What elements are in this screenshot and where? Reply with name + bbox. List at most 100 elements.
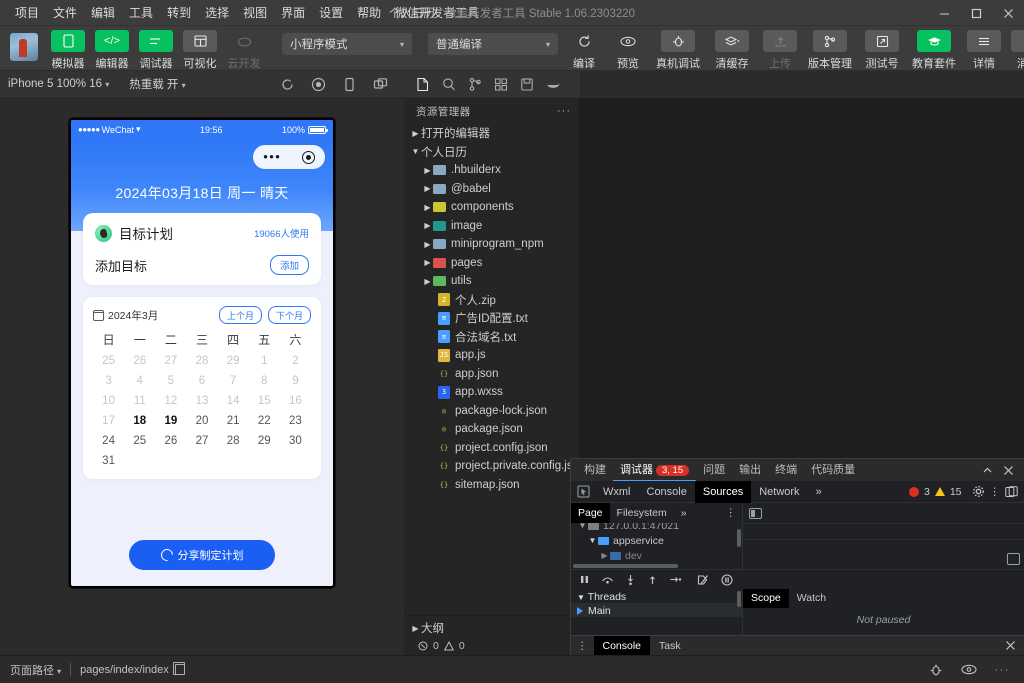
explorer-file-row[interactable]: {}app.json <box>404 365 579 384</box>
resume-icon[interactable] <box>579 574 590 585</box>
docker-icon[interactable] <box>540 72 566 96</box>
save-icon[interactable] <box>514 72 540 96</box>
extensions-icon[interactable] <box>488 72 514 96</box>
toolbar-button-clearcache[interactable]: 清缓存 <box>706 30 758 71</box>
gear-icon[interactable] <box>972 485 985 498</box>
calendar-day[interactable]: 13 <box>186 395 217 407</box>
toolbar-button-debugger[interactable]: 调试器 <box>134 30 178 71</box>
editor-area[interactable] <box>580 98 1024 458</box>
menu-item-9[interactable]: 帮助 <box>350 1 388 24</box>
calendar-day[interactable]: 8 <box>249 375 280 387</box>
devtools-tab-terminal[interactable]: 终端 <box>768 459 804 481</box>
devtools-panel-tab-wxml[interactable]: Wxml <box>595 481 639 503</box>
pause-on-exceptions-icon[interactable] <box>721 574 733 586</box>
calendar-day[interactable]: 1 <box>249 355 280 367</box>
sources-tab-filesystem[interactable]: Filesystem <box>610 503 674 523</box>
menu-item-7[interactable]: 界面 <box>274 1 312 24</box>
eye-icon[interactable] <box>961 664 977 675</box>
calendar-day[interactable]: 31 <box>93 455 124 467</box>
menu-item-5[interactable]: 选择 <box>198 1 236 24</box>
console-drawer-tab-task[interactable]: Task <box>650 636 690 656</box>
show-navigator-icon[interactable] <box>749 508 762 519</box>
step-over-icon[interactable] <box>601 574 614 585</box>
sources-tree-host[interactable]: ▼ 127.0.0.1:47021 <box>571 523 742 533</box>
console-kebab-icon[interactable]: ⋮ <box>571 642 594 650</box>
calendar-day[interactable]: 28 <box>218 435 249 447</box>
device-select[interactable]: iPhone 5 100% 16 ▾ <box>8 78 109 90</box>
calendar-day[interactable]: 30 <box>280 435 311 447</box>
explorer-file-row[interactable]: ≡广告ID配置.txt <box>404 309 579 328</box>
toolbar-button-realdevice[interactable]: 真机调试 <box>650 30 706 71</box>
devtools-tab-codequality[interactable]: 代码质量 <box>804 459 862 481</box>
calendar-day[interactable]: 2 <box>280 355 311 367</box>
explorer-folder-row[interactable]: ▶pages <box>404 254 579 273</box>
devtools-issue-counts[interactable]: 3 15 ⋮ <box>909 485 1024 498</box>
close-icon[interactable] <box>1003 465 1014 476</box>
menu-item-4[interactable]: 转到 <box>160 1 198 24</box>
bug-icon[interactable] <box>929 663 943 677</box>
devtools-panel-tab-more[interactable]: » <box>808 481 830 503</box>
calendar-day[interactable]: 25 <box>93 355 124 367</box>
toolbar-button-cloud[interactable]: 云开发 <box>222 30 266 71</box>
explorer-folder-row[interactable]: ▶image <box>404 217 579 236</box>
chevron-up-icon[interactable] <box>982 465 993 476</box>
explorer-file-row[interactable]: {}sitemap.json <box>404 476 579 495</box>
prev-month-button[interactable]: 上个月 <box>219 306 262 324</box>
calendar-day[interactable]: 26 <box>124 355 155 367</box>
menu-item-8[interactable]: 设置 <box>312 1 350 24</box>
devtools-panel-tab-console[interactable]: Console <box>639 481 695 503</box>
explorer-section-open-editors[interactable]: ▶ 打开的编辑器 <box>404 124 579 143</box>
toolbar-button-education[interactable]: 教育套件 <box>906 30 962 71</box>
menu-item-6[interactable]: 视图 <box>236 1 274 24</box>
calendar-day[interactable]: 12 <box>155 395 186 407</box>
page-path-select[interactable]: 页面路径 ▾ <box>10 662 61 678</box>
threads-scrollbar[interactable] <box>737 591 741 607</box>
thread-main-row[interactable]: Main <box>571 603 742 617</box>
calendar-day[interactable]: 27 <box>155 355 186 367</box>
sources-tree-dev[interactable]: ▶ dev <box>571 548 742 563</box>
files-icon[interactable] <box>410 72 436 96</box>
calendar-day[interactable]: 5 <box>155 375 186 387</box>
inspect-element-icon[interactable] <box>571 485 595 498</box>
explorer-folder-row[interactable]: ▶utils <box>404 272 579 291</box>
vertical-scrollbar[interactable] <box>737 529 741 547</box>
calendar-day[interactable]: 23 <box>280 415 311 427</box>
next-month-button[interactable]: 下个月 <box>268 306 311 324</box>
search-icon[interactable] <box>436 72 462 96</box>
step-icon[interactable] <box>669 574 682 585</box>
calendar-day[interactable]: 7 <box>218 375 249 387</box>
calendar-day[interactable]: 21 <box>218 415 249 427</box>
explorer-file-row[interactable]: ◎package.json <box>404 420 579 439</box>
calendar-day[interactable]: 18 <box>124 415 155 427</box>
kebab-menu-icon[interactable]: ⋮ <box>990 488 1001 496</box>
more-icon[interactable]: ••• <box>263 153 281 161</box>
menu-item-0[interactable]: 项目 <box>8 1 46 24</box>
calendar-day[interactable]: 17 <box>93 415 124 427</box>
devtools-tab-output[interactable]: 输出 <box>732 459 768 481</box>
watch-tab[interactable]: Watch <box>789 589 834 608</box>
explorer-file-row[interactable]: ≡合法域名.txt <box>404 328 579 347</box>
toolbar-button-simulator[interactable]: 模拟器 <box>46 30 90 71</box>
mode-select[interactable]: 小程序模式 ▾ <box>282 33 412 55</box>
calendar-day[interactable]: 24 <box>93 435 124 447</box>
devtools-tab-debugger[interactable]: 调试器3, 15 <box>613 459 696 481</box>
source-control-icon[interactable] <box>462 72 488 96</box>
calendar-day[interactable]: 28 <box>186 355 217 367</box>
dock-panel-icon[interactable] <box>1005 486 1018 498</box>
sources-tree-appservice[interactable]: ▼ appservice <box>571 533 742 548</box>
menu-item-2[interactable]: 编辑 <box>84 1 122 24</box>
calendar-day[interactable]: 4 <box>124 375 155 387</box>
explorer-folder-row[interactable]: ▶@babel <box>404 180 579 199</box>
explorer-file-row[interactable]: {}project.config.json <box>404 439 579 458</box>
calendar-day[interactable]: 19 <box>155 415 186 427</box>
more-icon[interactable]: ··· <box>995 664 1011 676</box>
console-drawer-tab-console[interactable]: Console <box>594 636 651 656</box>
add-goal-button[interactable]: 添加 <box>270 255 309 275</box>
step-into-icon[interactable] <box>625 574 636 586</box>
deactivate-breakpoints-icon[interactable] <box>697 574 710 586</box>
explorer-file-row[interactable]: ◎package-lock.json <box>404 402 579 421</box>
menu-item-10[interactable]: 微信开发者工具 <box>388 1 486 24</box>
calendar-day[interactable]: 20 <box>186 415 217 427</box>
calendar-day[interactable]: 3 <box>93 375 124 387</box>
maximize-button[interactable] <box>960 0 992 26</box>
